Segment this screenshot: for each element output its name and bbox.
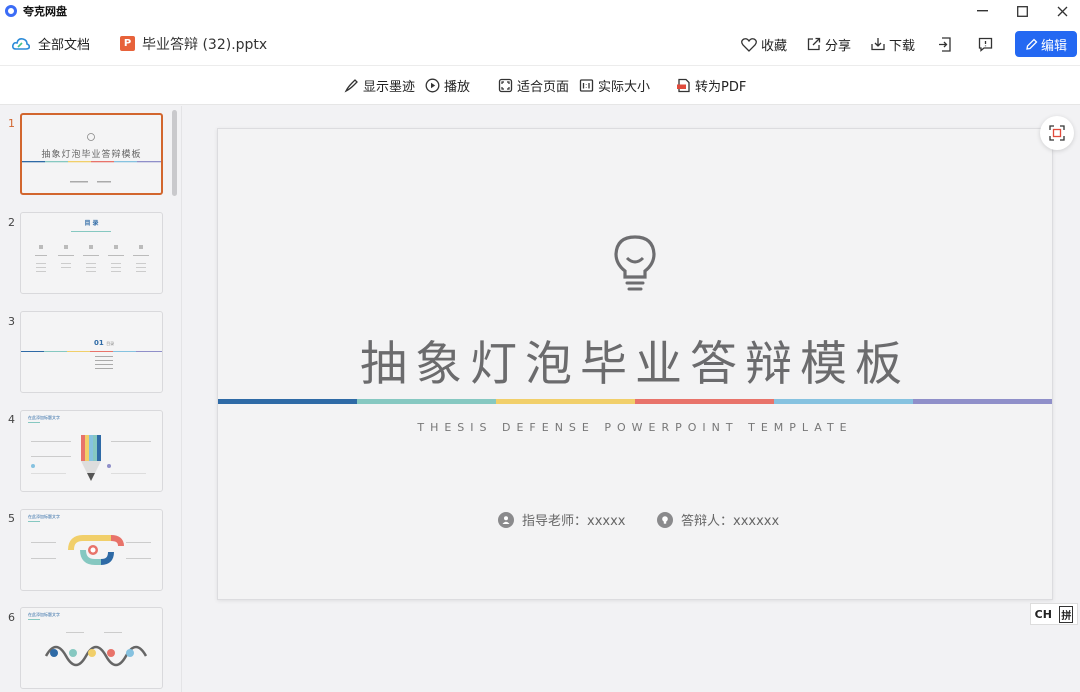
export-button[interactable] [935,34,955,54]
window-titlebar: 夸克网盘 [0,0,1080,22]
heart-icon [741,37,757,52]
thumbnail-number: 5 [8,512,15,525]
app-title: 夸克网盘 [23,5,67,18]
slide-thumbnail-1[interactable]: 抽象灯泡毕业答辩模板 [20,113,163,195]
feedback-button[interactable] [975,34,995,54]
edit-button[interactable]: 编辑 [1015,31,1077,57]
favorite-label: 收藏 [760,38,787,54]
share-icon [807,37,821,51]
document-header: 全部文档 P 毕业答辩 (32).pptx 收藏 分享 下载 编辑 [0,22,1080,66]
actual-size-button[interactable]: 实际大小 [579,76,650,95]
slide-title: 抽象灯泡毕业答辩模板 [360,337,910,392]
title-stripe-segment [496,399,635,404]
all-docs-link[interactable]: 全部文档 [12,34,90,53]
ime-mode: 拼 [1059,605,1074,623]
actual-size-icon [579,79,594,92]
feedback-icon [978,37,992,52]
title-stripe-segment [913,399,1052,404]
pencil-icon [1026,38,1038,50]
quark-logo-icon [5,5,17,17]
file-name: 毕业答辩 (32).pptx [142,36,268,53]
thumbnail-title: 抽象灯泡毕业答辩模板 [41,150,142,160]
minimize-button[interactable] [962,0,1002,22]
viewer-toolbar: 显示墨迹 播放 适合页面 实际大小 转为PDF [0,66,1080,105]
favorite-button[interactable]: 收藏 [741,35,787,54]
slide-canvas[interactable]: 抽象灯泡毕业答辩模板 THESIS DEFENSE POWERPOINT TEM… [217,128,1053,600]
slide-thumbnail-5[interactable]: 在此添加标题文字 [20,509,163,591]
fit-page-button[interactable]: 适合页面 [498,76,569,95]
pdf-icon [677,78,690,93]
thumbnail-title: 目 录 [84,220,99,227]
header-actions: 收藏 分享 下载 编辑 [741,22,1080,66]
person-icon [498,511,514,528]
thumbnail-number: 2 [8,216,15,229]
convert-pdf-label: 转为PDF [695,80,747,95]
thumbnail-number: 4 [8,413,15,426]
thumbnail-preview [21,351,162,369]
play-button[interactable]: 播放 [425,76,470,95]
thumbnail-preview [28,619,148,667]
close-button[interactable] [1042,0,1080,22]
thumbnail-title: 01 目录 [94,339,114,347]
share-button[interactable]: 分享 [807,35,851,54]
title-stripe-segment [357,399,496,404]
slide-subtitle: THESIS DEFENSE POWERPOINT TEMPLATE [417,421,853,434]
advisor-text: 指导老师：xxxxx [522,514,626,529]
download-button[interactable]: 下载 [871,35,915,54]
bulb-small-icon [657,511,673,528]
thumbnail-scrollbar[interactable] [172,110,177,196]
cloud-icon [12,37,30,50]
close-icon [1057,6,1067,16]
minimize-icon [976,10,988,12]
thumbnail-title: 在此添加标题文字 [28,612,60,617]
scan-document-icon [1049,125,1065,141]
title-stripe-segment [774,399,913,404]
convert-pdf-button[interactable]: 转为PDF [676,76,746,95]
show-ink-label: 显示墨迹 [363,80,416,95]
play-label: 播放 [444,80,471,95]
ink-pen-icon [344,79,358,93]
thumbnail-preview [28,521,151,565]
slide-thumbnail-4[interactable]: 在此添加标题文字 [20,410,163,492]
ime-language: CH [1034,607,1052,621]
maximize-icon [1016,5,1028,17]
thumbnail-number: 6 [8,611,15,624]
thumbnail-number: 3 [8,315,15,328]
slide-thumbnail-6[interactable]: 在此添加标题文字 [20,607,163,689]
title-stripe-segment [635,399,774,404]
slide-thumbnail-3[interactable]: 01 目录 [20,311,163,393]
pptx-file-icon: P [120,36,136,51]
slide-thumbnail-panel: 1 抽象灯泡毕业答辩模板 2 目 录 3 01 目录 4 在此添加标题文字 5 … [0,106,182,692]
share-label: 分享 [824,38,851,54]
actual-size-label: 实际大小 [598,80,651,95]
thumbnail-section-label: 目录 [106,341,115,346]
slide-thumbnail-2[interactable]: 目 录 [20,212,163,294]
title-stripe-segment [218,399,357,404]
play-circle-icon [425,78,440,93]
ime-indicator[interactable]: CH 拼 [1030,603,1078,625]
lightbulb-icon [614,235,656,291]
thumbnail-section-number: 01 [94,339,104,347]
edit-label: 编辑 [1040,38,1067,54]
maximize-button[interactable] [1002,0,1042,22]
download-label: 下载 [888,38,915,54]
advisor-credit: 指导老师：xxxxx [498,510,625,529]
all-docs-label: 全部文档 [38,38,91,53]
defender-credit: 答辩人：xxxxxx [657,510,779,529]
fit-page-label: 适合页面 [517,80,570,95]
thumbnail-preview [28,422,151,481]
fit-page-icon [498,78,513,93]
floating-tool-button[interactable] [1040,116,1074,150]
defender-text: 答辩人：xxxxxx [681,514,780,529]
export-doc-icon [939,36,951,52]
thumbnail-title: 在此添加标题文字 [28,415,60,420]
download-icon [871,38,885,51]
thumbnail-title: 在此添加标题文字 [28,514,60,519]
thumbnail-number: 1 [8,117,15,130]
show-ink-button[interactable]: 显示墨迹 [344,76,415,95]
file-tab[interactable]: P 毕业答辩 (32).pptx [120,34,267,54]
